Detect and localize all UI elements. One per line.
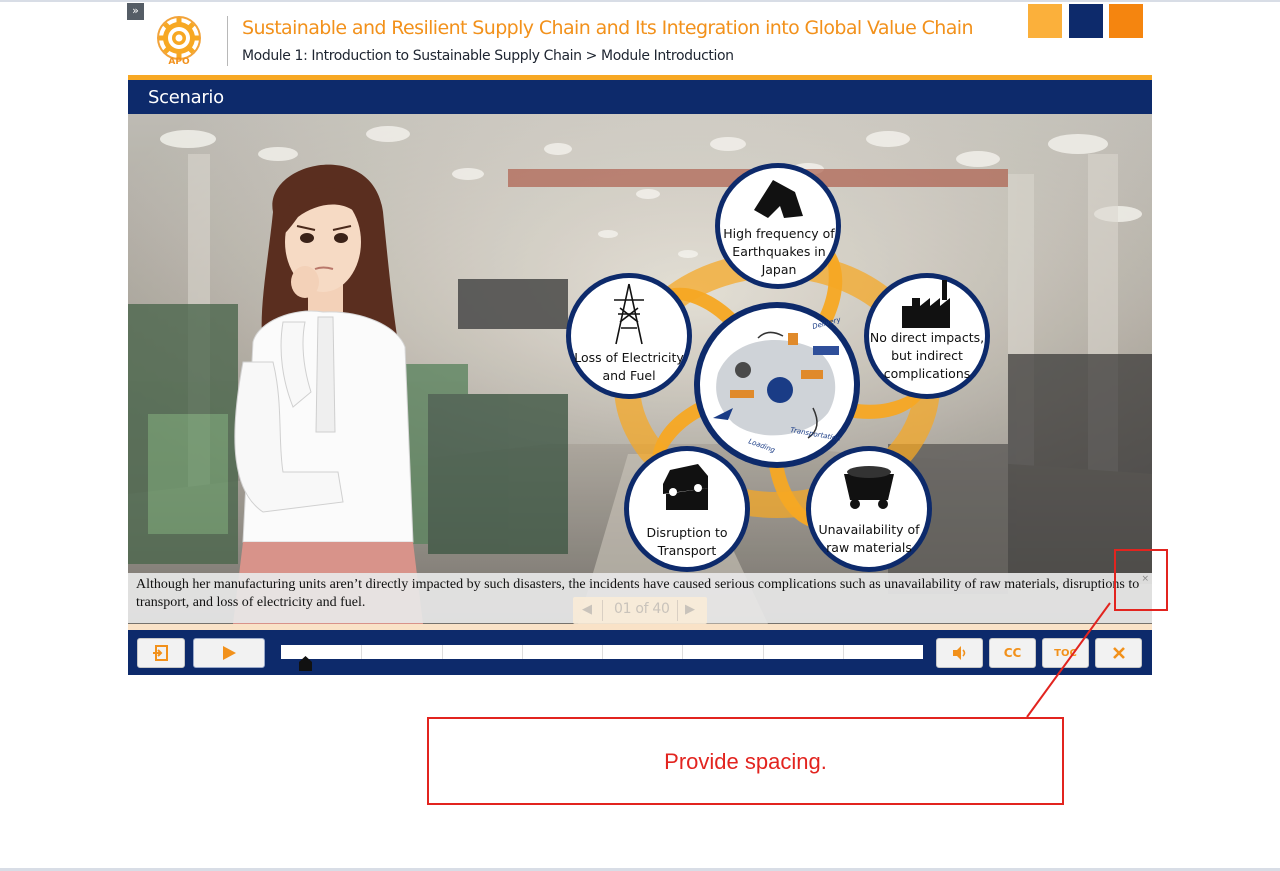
expand-panel-button[interactable]: » (127, 3, 144, 20)
node-transport: Disruption to Transport (624, 446, 750, 572)
brand-square-navy (1069, 4, 1103, 38)
node-indirect-line-1: No direct impacts, (870, 330, 984, 345)
node-indirect-line-3: complications (884, 366, 971, 381)
node-raw-materials: Unavailability of raw materials (806, 446, 932, 572)
node-electricity-fuel: Loss of Electricity and Fuel (566, 273, 692, 399)
exit-button[interactable] (137, 638, 185, 668)
closed-captions-button[interactable]: CC (989, 638, 1036, 668)
exit-icon (153, 645, 168, 661)
node-transport-line-1: Disruption to (646, 525, 727, 540)
businesswoman-character (233, 164, 423, 624)
play-button[interactable] (193, 638, 265, 668)
breadcrumb: Module 1: Introduction to Sustainable Su… (242, 48, 734, 64)
node-indirect-line-2: but indirect (891, 348, 963, 363)
node-raw-materials-line-1: Unavailability of (818, 522, 920, 537)
node-raw-materials-line-2: raw materials (826, 540, 912, 555)
progress-tick (843, 645, 844, 659)
section-title: Scenario (148, 87, 224, 108)
window-top-border (0, 0, 1280, 2)
node-earthquakes-line-2: Earthquakes in (732, 244, 825, 259)
header-divider (227, 16, 228, 66)
player-controls-bar: CC TOC (128, 630, 1152, 675)
review-comment-text: Provide spacing. (664, 749, 827, 774)
progress-tick (522, 645, 523, 659)
table-of-contents-button[interactable]: TOC (1042, 638, 1089, 668)
supply-chain-risk-diagram: Delivery Loading Transportation High fre… (566, 163, 990, 572)
brand-square-light-orange (1028, 4, 1062, 38)
progress-tick (442, 645, 443, 659)
review-comment-box: Provide spacing. (427, 717, 1064, 805)
slide-stage: Delivery Loading Transportation High fre… (128, 114, 1152, 624)
volume-button[interactable] (936, 638, 983, 668)
pager-divider (677, 600, 678, 621)
progress-handle[interactable] (299, 656, 312, 671)
node-transport-line-2: Transport (657, 543, 717, 558)
section-title-bar: Scenario (128, 80, 1152, 114)
node-electricity-line-1: Loss of Electricity (574, 350, 684, 365)
crashed-car-icon (663, 464, 708, 510)
next-slide-icon[interactable]: ▶ (685, 602, 695, 617)
node-earthquakes-line-1: High frequency of (723, 226, 835, 241)
close-button[interactable] (1095, 638, 1142, 668)
brand-square-orange (1109, 4, 1143, 38)
node-electricity-line-2: and Fuel (602, 368, 655, 383)
progress-tick (763, 645, 764, 659)
course-title: Sustainable and Resilient Supply Chain a… (242, 17, 973, 39)
slide-pager: ◀ 01 of 40 ▶ (573, 597, 707, 624)
node-earthquakes: High frequency of Earthquakes in Japan (715, 163, 841, 289)
apo-logo: APO (157, 16, 201, 66)
globe-icon (767, 377, 793, 403)
progress-tick (602, 645, 603, 659)
node-indirect-complications: No direct impacts, but indirect complica… (864, 273, 990, 399)
speaker-icon (952, 646, 965, 660)
play-icon (223, 646, 236, 660)
node-earthquakes-line-3: Japan (761, 262, 797, 277)
review-highlight-box (1114, 549, 1168, 611)
progress-tick (682, 645, 683, 659)
progress-tick (361, 645, 362, 659)
slide-counter: 01 of 40 (614, 601, 670, 617)
previous-slide-icon[interactable]: ◀ (582, 602, 592, 617)
center-supply-chain-circle: Delivery Loading Transportation (694, 302, 860, 468)
close-icon (1112, 647, 1125, 659)
logo-text: APO (168, 57, 190, 66)
progress-track[interactable] (281, 645, 923, 659)
pager-divider (602, 600, 603, 621)
